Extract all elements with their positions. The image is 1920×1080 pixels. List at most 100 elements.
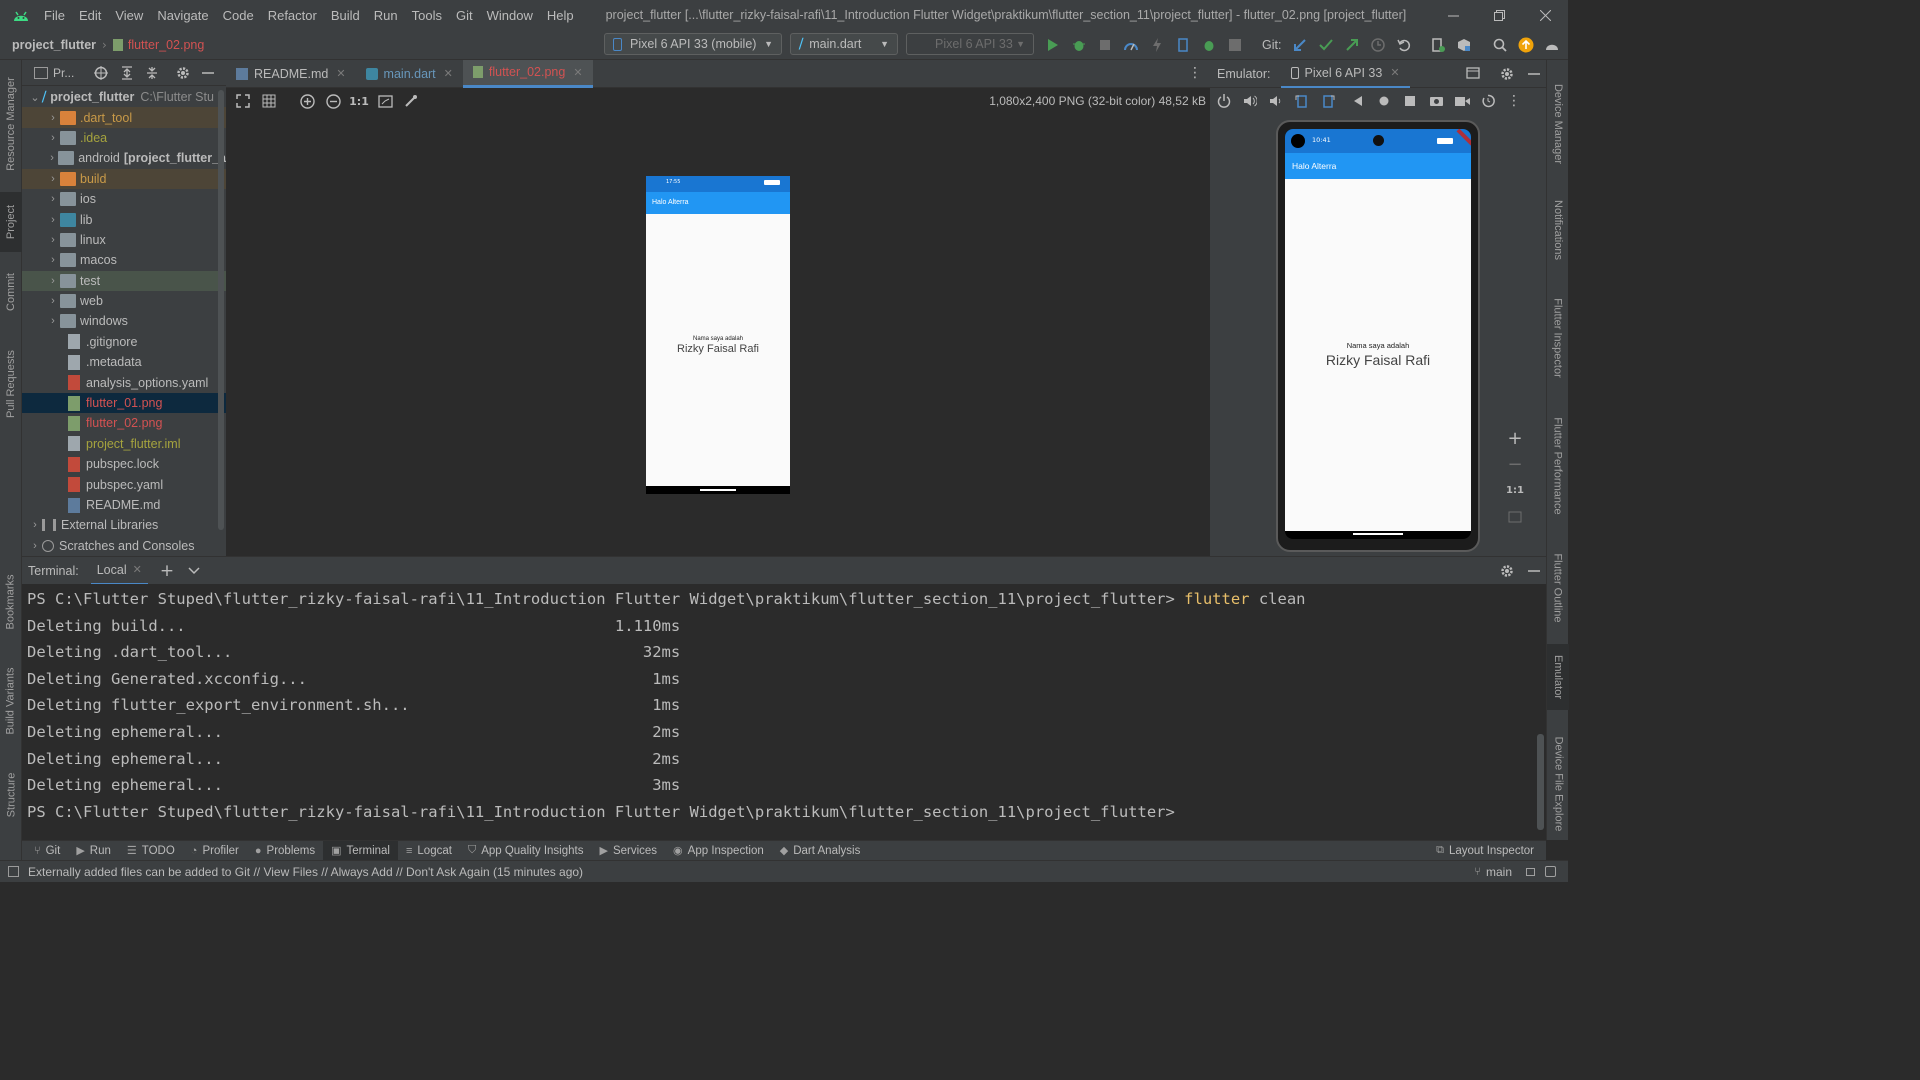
tree-folder-web[interactable]: › web (22, 291, 226, 311)
locate-file-icon[interactable] (94, 65, 109, 80)
tab-commit[interactable]: Commit (0, 262, 22, 322)
tab-device-file-explorer[interactable]: Device File Explore (1547, 728, 1569, 840)
menu-edit[interactable]: Edit (79, 8, 101, 23)
attach-debugger-icon[interactable] (1198, 34, 1220, 56)
tab-emulator[interactable]: Emulator (1547, 644, 1569, 710)
memory-indicator-icon[interactable] (1545, 866, 1556, 877)
terminal-scrollbar[interactable] (1537, 734, 1544, 830)
tab-flutter-02-png[interactable]: flutter_02.png ✕ (462, 59, 593, 88)
close-window-button[interactable] (1522, 9, 1568, 21)
terminal-tab-local[interactable]: Local ✕ (90, 557, 148, 585)
tool-layout-inspector[interactable]: ⧉ Layout Inspector (1428, 841, 1542, 861)
tab-main-dart[interactable]: main.dart ✕ (356, 60, 463, 88)
lock-icon[interactable] (1526, 867, 1535, 876)
gear-icon[interactable] (176, 66, 190, 80)
tab-structure[interactable]: Structure (0, 760, 22, 830)
tree-file-project-flutter-iml[interactable]: project_flutter.iml (22, 434, 226, 454)
tool-git[interactable]: ⑂ Git (26, 841, 68, 861)
tool-app-quality-insights[interactable]: ⛉ App Quality Insights (460, 841, 592, 861)
tool-logcat[interactable]: ≡ Logcat (398, 841, 460, 861)
tab-flutter-performance[interactable]: Flutter Performance (1547, 408, 1569, 524)
search-icon[interactable] (1489, 34, 1511, 56)
git-push-icon[interactable] (1341, 34, 1363, 56)
overview-icon[interactable] (1399, 90, 1421, 112)
project-panel-scrollbar[interactable] (218, 90, 224, 530)
screenshot-icon[interactable] (1425, 90, 1447, 112)
zoom-in-icon[interactable] (296, 90, 318, 112)
chevron-down-icon[interactable] (188, 566, 200, 575)
menu-view[interactable]: View (115, 8, 143, 23)
fit-window-icon[interactable] (374, 90, 396, 112)
menu-file[interactable]: File (44, 8, 65, 23)
tool-app-inspection[interactable]: ◉ App Inspection (665, 841, 772, 861)
tool-run[interactable]: ▶ Run (68, 841, 119, 861)
hot-reload-icon[interactable] (1146, 34, 1168, 56)
actual-size-button[interactable]: 1:1 (348, 90, 370, 112)
menu-tools[interactable]: Tools (412, 8, 442, 23)
tab-bookmarks[interactable]: Bookmarks (0, 562, 22, 642)
update-available-icon[interactable] (1515, 34, 1537, 56)
terminal-output[interactable]: PS C:\Flutter Stuped\flutter_rizky-faisa… (22, 584, 1546, 840)
git-commit-icon[interactable] (1315, 34, 1337, 56)
tool-todo[interactable]: ☰ TODO (119, 841, 183, 861)
collapse-all-icon[interactable] (146, 66, 158, 80)
tool-services[interactable]: ▶ Services (591, 841, 665, 861)
tab-build-variants[interactable]: Build Variants (0, 656, 22, 746)
coverage-icon[interactable] (1094, 34, 1116, 56)
close-icon[interactable]: ✕ (444, 67, 453, 80)
tree-folder-lib[interactable]: › lib (22, 209, 226, 229)
tree-file-flutter-01-png[interactable]: flutter_01.png (22, 392, 226, 414)
panel-toggle-icon[interactable] (8, 866, 19, 877)
zoom-out-button[interactable]: − (1500, 452, 1530, 478)
menu-navigate[interactable]: Navigate (157, 8, 208, 23)
tree-folder-dart-tool[interactable]: › .dart_tool (22, 107, 226, 128)
home-icon[interactable] (1373, 90, 1395, 112)
snapshot-icon[interactable] (1477, 90, 1499, 112)
tree-folder-linux[interactable]: › linux (22, 230, 226, 250)
git-update-icon[interactable] (1289, 34, 1311, 56)
tool-problems[interactable]: ● Problems (247, 841, 323, 861)
emulator-home-indicator[interactable] (1353, 533, 1403, 535)
tab-device-manager[interactable]: Device Manager (1547, 68, 1569, 180)
maximize-icon[interactable] (1466, 67, 1480, 79)
tab-flutter-inspector[interactable]: Flutter Inspector (1547, 288, 1569, 388)
tab-notifications[interactable]: Notifications (1547, 190, 1569, 270)
rotate-left-icon[interactable] (1291, 90, 1313, 112)
tree-folder-ios[interactable]: › ios (22, 189, 226, 209)
tree-root[interactable]: ⌄ ⧸ project_flutter C:\Flutter Stu (22, 87, 226, 107)
git-branch[interactable]: main (1486, 865, 1512, 879)
tool-terminal[interactable]: ▣ Terminal (323, 840, 398, 861)
apply-changes-icon[interactable] (1172, 34, 1194, 56)
android-icon[interactable] (1541, 34, 1563, 56)
menu-run[interactable]: Run (374, 8, 398, 23)
tree-folder-android[interactable]: › android [project_flutter_a (22, 148, 226, 168)
zoom-in-button[interactable]: + (1500, 426, 1530, 452)
stop-icon[interactable] (1224, 34, 1246, 56)
menu-refactor[interactable]: Refactor (268, 8, 317, 23)
tab-flutter-outline[interactable]: Flutter Outline (1547, 544, 1569, 632)
menu-help[interactable]: Help (547, 8, 574, 23)
tree-folder-build[interactable]: › build (22, 168, 226, 189)
project-view-selector[interactable]: Pr... (53, 66, 74, 80)
tree-folder-windows[interactable]: › windows (22, 311, 226, 331)
restore-window-button[interactable] (1476, 9, 1522, 21)
tree-file-analysis-options-yaml[interactable]: analysis_options.yaml (22, 372, 226, 392)
breadcrumb-project[interactable]: project_flutter (12, 38, 96, 52)
close-icon[interactable]: ✕ (336, 67, 345, 80)
history-icon[interactable] (1367, 34, 1389, 56)
expand-all-icon[interactable] (121, 65, 133, 80)
device-selector[interactable]: Pixel 6 API 33 (mobile) ▼ (604, 33, 782, 55)
color-picker-icon[interactable] (400, 90, 422, 112)
zoom-out-icon[interactable] (322, 90, 344, 112)
hide-panel-icon[interactable] (1528, 73, 1540, 77)
target-device-selector[interactable]: Pixel 6 API 33 ▼ (906, 33, 1034, 55)
tool-profiler[interactable]: ◔ Profiler (183, 841, 247, 861)
menu-build[interactable]: Build (331, 8, 360, 23)
run-icon[interactable] (1042, 34, 1064, 56)
tree-file-readme-md[interactable]: README.md (22, 495, 226, 515)
power-icon[interactable] (1213, 90, 1235, 112)
more-tabs-icon[interactable]: ⋮ (1188, 66, 1202, 80)
back-icon[interactable] (1347, 90, 1369, 112)
breadcrumb-file[interactable]: flutter_02.png (128, 38, 204, 52)
tab-project[interactable]: Project (0, 192, 22, 252)
